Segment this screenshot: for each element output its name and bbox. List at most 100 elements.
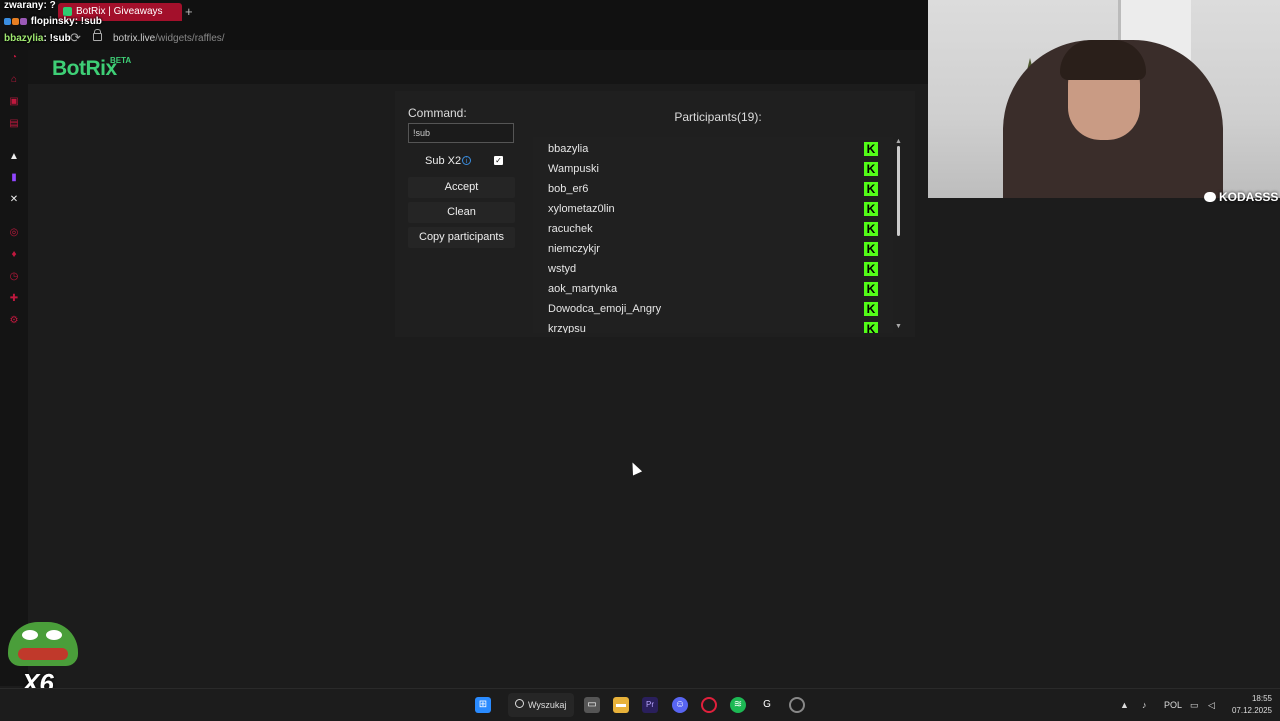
sub-badge-icon [4, 17, 11, 25]
webcam-person-hair [1060, 40, 1146, 80]
browser-sidebar: ◔ ⌂ ▣ ▤ ▲ ▮ ✕ ◎ ♦ ◷ ✚ ⚙ [0, 50, 28, 686]
sub-x2-label: Sub X2 [425, 155, 462, 167]
g-hub-icon[interactable]: G [759, 697, 775, 713]
url-host: botrix.live [113, 33, 156, 44]
search-label: Wyszukaj [528, 700, 567, 710]
premiere-pro-icon[interactable]: Pr [642, 697, 658, 713]
volume-icon[interactable]: ◁ [1208, 689, 1215, 721]
list-item: racuchek K [533, 219, 893, 239]
participant-name: Dowodca_emoji_Angry [548, 303, 662, 315]
discord-app-icon[interactable]: ☺ [672, 697, 688, 713]
pepe-eye-right [46, 630, 62, 640]
botrix-favicon-icon [63, 7, 72, 16]
x-icon[interactable]: ✕ [8, 195, 20, 205]
discord-name: KODASSS [1219, 190, 1279, 204]
participant-name: wstyd [548, 263, 577, 275]
obs-icon[interactable] [789, 697, 805, 713]
beta-badge: BETA [110, 56, 132, 65]
wallet-icon[interactable]: ▣ [8, 97, 20, 107]
bits-badge-icon [20, 17, 27, 25]
microphone-icon[interactable]: ♪ [1142, 689, 1147, 721]
kick-icon: K [864, 262, 878, 276]
command-input[interactable] [408, 123, 514, 143]
list-item: Dowodca_emoji_Angry K [533, 299, 893, 319]
scroll-up-icon[interactable]: ▲ [895, 138, 902, 145]
participant-name: xylometaz0lin [548, 203, 615, 215]
chat-text: : ? [43, 0, 56, 11]
discord-tag: KODASSS [1204, 190, 1278, 204]
task-view-icon[interactable]: ▭ [584, 697, 600, 713]
participant-name: Wampuski [548, 163, 599, 175]
pin-icon[interactable]: ♦ [8, 250, 20, 260]
participants-title: Participants(19): [674, 110, 762, 124]
pepe-eye-left [22, 630, 38, 640]
network-icon[interactable]: ▭ [1190, 689, 1199, 721]
kick-icon: K [864, 322, 878, 333]
kick-icon: K [864, 282, 878, 296]
windows-start-icon[interactable]: ⊞ [475, 697, 491, 713]
list-item: bbazylia K [533, 139, 893, 159]
participant-name: niemczykjr [548, 243, 600, 255]
language-indicator[interactable]: POL [1164, 689, 1182, 721]
webcam-feed [928, 0, 1280, 198]
tray-chevron-icon[interactable]: ▲ [1120, 689, 1129, 721]
mouse-cursor-icon [627, 460, 643, 476]
chat-user: flopinsky [30, 16, 75, 27]
extensions-icon[interactable]: ✚ [8, 294, 20, 304]
clock-date: 07.12.2025 [1231, 706, 1272, 715]
pepe-mouth [18, 648, 68, 660]
address-bar: ⟳ botrix.live/widgets/raffles/ [0, 28, 928, 50]
kick-icon: K [864, 182, 878, 196]
search-icon [515, 699, 524, 708]
chat-message: bbazylia: !sub [4, 33, 71, 44]
spotify-icon[interactable]: ≋ [730, 697, 746, 713]
pepe-emote [8, 622, 78, 666]
kick-icon: K [864, 142, 878, 156]
kick-icon: K [864, 222, 878, 236]
list-item: wstyd K [533, 259, 893, 279]
browser-tab-bar: BotRix | Giveaways + [0, 0, 928, 28]
news-icon[interactable]: ▤ [8, 119, 20, 129]
taskbar: ⊞ Wyszukaj ▭ ▬ Pr ☺ ≋ G ▲ ♪ POL ▭ ◁ 18:5… [0, 688, 1280, 721]
reload-icon[interactable]: ⟳ [70, 30, 81, 46]
scroll-down-icon[interactable]: ▼ [895, 323, 902, 330]
taskbar-search[interactable]: Wyszukaj [508, 693, 574, 717]
clean-button[interactable]: Clean [408, 202, 515, 223]
shopping-icon[interactable]: ⌂ [8, 75, 20, 85]
chat-user: zwarany [4, 0, 44, 11]
twitch-icon[interactable]: ▮ [8, 173, 20, 183]
list-item: aok_martynka K [533, 279, 893, 299]
discord-icon [1204, 192, 1216, 202]
participant-name: bbazylia [548, 143, 589, 155]
sub-x2-checkbox[interactable]: ✓ [494, 156, 503, 165]
list-item: xylometaz0lin K [533, 199, 893, 219]
list-item: niemczykjr K [533, 239, 893, 259]
opera-ai-icon[interactable]: ◔ [8, 53, 20, 63]
chat-user: bbazylia [4, 33, 44, 44]
player-icon[interactable]: ◎ [8, 228, 20, 238]
lock-icon[interactable] [93, 29, 102, 41]
clock-time: 18:55 [1251, 694, 1272, 703]
accept-button[interactable]: Accept [408, 177, 515, 198]
new-tab-button[interactable]: + [185, 3, 193, 21]
chat-text: : !sub [74, 16, 102, 27]
app-header [28, 50, 928, 84]
kick-icon: K [864, 302, 878, 316]
kick-icon: K [864, 162, 878, 176]
info-icon[interactable]: i [462, 156, 471, 165]
scrollbar-thumb[interactable] [897, 146, 900, 236]
participants-list[interactable]: bbazylia K Wampuski K bob_er6 K xylometaz0l… [533, 137, 893, 333]
taskbar-clock[interactable]: 18:55 07.12.2025 [1226, 693, 1272, 717]
file-explorer-icon[interactable]: ▬ [613, 697, 629, 713]
list-item: krzypsu K [533, 319, 893, 333]
url-text[interactable]: botrix.live/widgets/raffles/ [113, 33, 225, 44]
url-path: /widgets/raffles/ [155, 33, 225, 44]
settings-icon[interactable]: ⚙ [8, 316, 20, 326]
history-icon[interactable]: ◷ [8, 272, 20, 282]
arc-icon[interactable]: ▲ [8, 152, 20, 162]
list-item: bob_er6 K [533, 179, 893, 199]
botrix-logo[interactable]: BotRix [52, 57, 117, 81]
participant-name: bob_er6 [548, 183, 589, 195]
copy-participants-button[interactable]: Copy participants [408, 227, 515, 248]
opera-gx-icon[interactable] [701, 697, 717, 713]
